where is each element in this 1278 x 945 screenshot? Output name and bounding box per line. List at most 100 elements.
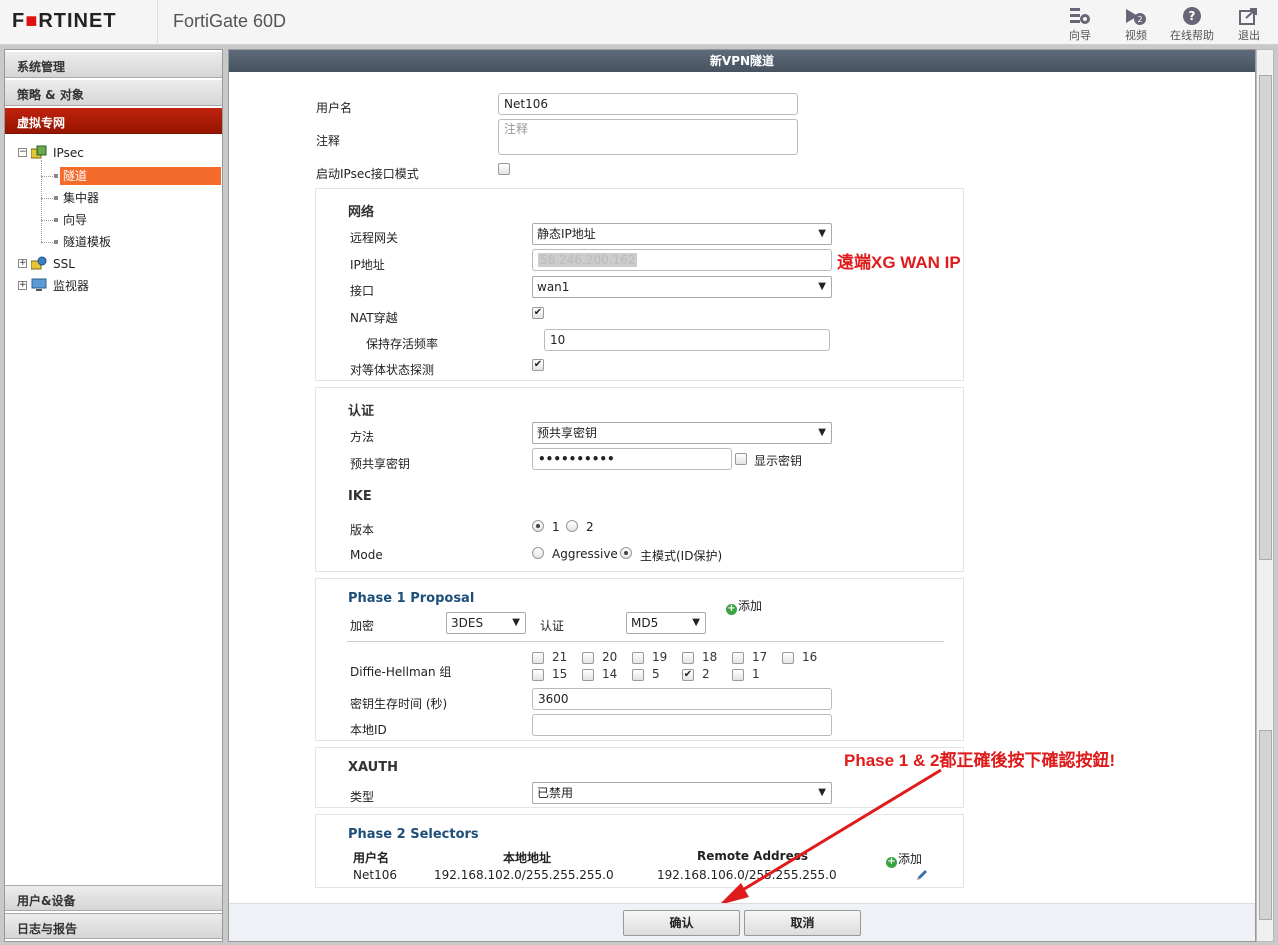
- sidebar-section-users[interactable]: 用户&设备: [5, 885, 222, 911]
- dh-group-20-checkbox[interactable]: [582, 652, 594, 664]
- tree-ssl[interactable]: SSL: [53, 255, 75, 273]
- dpd-checkbox[interactable]: ✔: [532, 359, 544, 371]
- dropdown-arrow-icon: ▼: [818, 427, 826, 438]
- interface-select[interactable]: wan1 ▼: [532, 276, 832, 298]
- dh-group-18-checkbox[interactable]: [682, 652, 694, 664]
- show-psk-checkbox[interactable]: [735, 453, 747, 465]
- tree-connector: [41, 242, 53, 243]
- svg-text:?: ?: [1189, 9, 1196, 23]
- confirm-button[interactable]: 确认: [623, 910, 740, 936]
- bullet-icon: [54, 174, 58, 178]
- sidebar: 系统管理 策略 & 对象 虚拟专网 − IPsec 隧道 集中器 向导 隧道模板…: [4, 49, 223, 942]
- ike-version-2-radio[interactable]: [566, 520, 578, 532]
- ipsec-mode-checkbox[interactable]: [498, 163, 510, 175]
- dh-group-18-label: 18: [702, 650, 718, 664]
- svg-text:2: 2: [1137, 15, 1142, 24]
- video-label: 视频: [1125, 29, 1147, 42]
- auth-method-label: 方法: [350, 430, 375, 444]
- auth-section: [315, 387, 964, 572]
- tree-monitor[interactable]: 监视器: [53, 277, 89, 295]
- ipsec-mode-label: 启动IPsec接口模式: [316, 167, 419, 181]
- dropdown-arrow-icon: ▼: [512, 617, 520, 628]
- local-id-input[interactable]: [532, 714, 832, 736]
- phase1-auth-select[interactable]: MD5 ▼: [626, 612, 706, 634]
- expand-icon[interactable]: +: [18, 259, 27, 268]
- network-title: 网络: [348, 205, 375, 220]
- tree-wizard[interactable]: 向导: [63, 211, 87, 229]
- cancel-button[interactable]: 取消: [744, 910, 861, 936]
- phase2-row-name: Net106: [353, 868, 397, 882]
- help-icon: ?: [1183, 7, 1201, 25]
- comment-textarea[interactable]: 注释: [498, 119, 798, 155]
- sidebar-section-system[interactable]: 系统管理: [5, 52, 222, 78]
- bullet-icon: [54, 240, 58, 244]
- device-model: FortiGate 60D: [173, 11, 287, 31]
- phase2-col-local: 本地地址: [503, 851, 552, 865]
- dh-group-21-checkbox[interactable]: [532, 652, 544, 664]
- tree-tunnel[interactable]: 隧道: [60, 167, 221, 185]
- remote-gateway-value: 静态IP地址: [537, 227, 596, 241]
- psk-input[interactable]: ••••••••••: [532, 448, 732, 470]
- video-button[interactable]: 2 视频: [1112, 4, 1160, 43]
- interface-value: wan1: [537, 280, 570, 294]
- online-help-button[interactable]: ? 在线帮助: [1168, 4, 1216, 43]
- ike-version-1-radio[interactable]: [532, 520, 544, 532]
- encryption-select[interactable]: 3DES ▼: [446, 612, 526, 634]
- dh-group-16-checkbox[interactable]: [782, 652, 794, 664]
- phase2-col-name: 用户名: [353, 851, 390, 865]
- scrollbar-thumb[interactable]: [1259, 75, 1272, 560]
- tree-ipsec[interactable]: IPsec: [53, 144, 84, 162]
- phase1-auth-label: 认证: [540, 619, 565, 633]
- dpd-label: 对等体状态探测: [350, 363, 435, 377]
- scrollbar[interactable]: [1256, 49, 1274, 942]
- logout-label: 退出: [1238, 29, 1260, 42]
- expand-icon[interactable]: +: [18, 281, 27, 290]
- add-icon: +: [726, 603, 737, 615]
- dh-group-14-label: 14: [602, 667, 618, 681]
- main-mode-radio[interactable]: [620, 547, 632, 559]
- dropdown-arrow-icon: ▼: [818, 228, 826, 239]
- dh-group-5-checkbox[interactable]: [632, 669, 644, 681]
- dh-group-19-checkbox[interactable]: [632, 652, 644, 664]
- sidebar-section-logs[interactable]: 日志与报告: [5, 913, 222, 939]
- ip-address-input[interactable]: 58.246.200.162: [532, 249, 832, 271]
- online-help-label: 在线帮助: [1170, 29, 1214, 42]
- name-input[interactable]: Net106: [498, 93, 798, 115]
- dh-group-20-label: 20: [602, 650, 618, 664]
- ip-address-value: 58.246.200.162: [538, 253, 638, 267]
- dh-group-17-checkbox[interactable]: [732, 652, 744, 664]
- fortinet-logo: F■RTINET: [12, 10, 117, 32]
- auth-method-select[interactable]: 预共享密钥 ▼: [532, 422, 832, 444]
- dh-group-19-label: 19: [652, 650, 668, 664]
- dh-group-16-label: 16: [802, 650, 818, 664]
- monitor-icon: [31, 278, 47, 291]
- comment-label: 注释: [316, 134, 341, 148]
- auth-method-value: 预共享密钥: [537, 426, 598, 440]
- keepalive-input[interactable]: 10: [544, 329, 830, 351]
- dh-group-15-checkbox[interactable]: [532, 669, 544, 681]
- dh-group-label: Diffie-Hellman 组: [350, 665, 452, 679]
- aggressive-mode-radio[interactable]: [532, 547, 544, 559]
- keepalive-label: 保持存活频率: [366, 337, 439, 351]
- ipsec-icon: [31, 145, 47, 159]
- sidebar-section-policy[interactable]: 策略 & 对象: [5, 80, 222, 106]
- ip-address-label: IP地址: [350, 258, 385, 272]
- dh-group-1-label: 1: [752, 667, 760, 681]
- main-mode-label: 主模式(ID保护): [640, 549, 723, 563]
- collapse-icon[interactable]: −: [18, 148, 27, 157]
- dh-group-14-checkbox[interactable]: [582, 669, 594, 681]
- ike-version-1-label: 1: [552, 520, 560, 534]
- scrollbar-thumb[interactable]: [1259, 730, 1272, 920]
- remote-gateway-select[interactable]: 静态IP地址 ▼: [532, 223, 832, 245]
- phase1-add-button[interactable]: + 添加: [726, 597, 762, 615]
- wizard-button[interactable]: 向导: [1056, 4, 1104, 43]
- sidebar-section-vpn[interactable]: 虚拟专网: [5, 108, 222, 134]
- logout-button[interactable]: 退出: [1225, 4, 1273, 43]
- nat-traversal-checkbox[interactable]: ✔: [532, 307, 544, 319]
- dh-group-1-checkbox[interactable]: [732, 669, 744, 681]
- keylife-input[interactable]: 3600: [532, 688, 832, 710]
- dh-group-2-checkbox[interactable]: ✔: [682, 669, 694, 681]
- tree-tunnel-template[interactable]: 隧道模板: [63, 233, 111, 251]
- phase1-add-label: 添加: [738, 599, 763, 613]
- tree-concentrator[interactable]: 集中器: [63, 189, 99, 207]
